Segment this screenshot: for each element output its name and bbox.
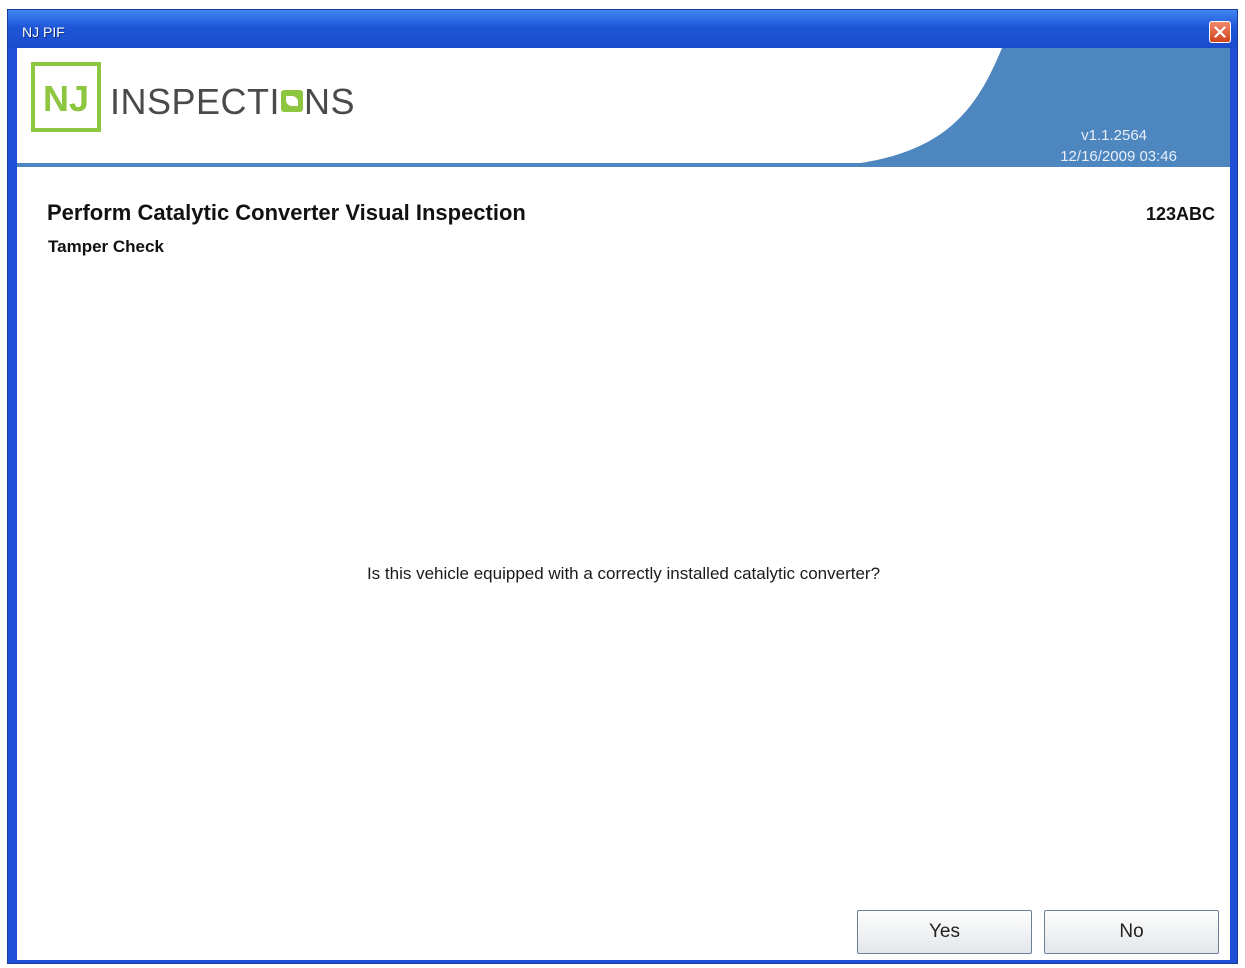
inspection-question: Is this vehicle equipped with a correctl… <box>366 564 881 583</box>
no-button[interactable]: No <box>1044 910 1219 954</box>
logo-nj-text: NJ <box>43 78 90 119</box>
close-button[interactable] <box>1209 21 1231 43</box>
plate-number: 123ABC <box>1145 204 1215 224</box>
title-bar[interactable]: NJ PIF <box>8 10 1237 48</box>
app-window: NJ PIF NJ INSPECTI NS v1.1.2564 12/16/200… <box>7 9 1238 964</box>
version-number: v1.1.2564 <box>1081 127 1147 144</box>
header-divider <box>17 163 1230 167</box>
app-header: NJ INSPECTI NS v1.1.2564 12/16/2009 03:46 <box>17 48 1230 167</box>
yes-button[interactable]: Yes <box>857 910 1032 954</box>
logo-word-part-2: NS <box>304 81 356 122</box>
close-icon <box>1214 26 1226 38</box>
logo-word-part-1: INSPECTI <box>110 81 281 122</box>
page-title: Perform Catalytic Converter Visual Inspe… <box>47 200 526 225</box>
logo-box: NJ <box>31 62 101 132</box>
logo-wordmark: INSPECTI NS <box>110 82 355 122</box>
client-area: NJ INSPECTI NS v1.1.2564 12/16/2009 03:46… <box>17 48 1230 960</box>
page-subtitle: Tamper Check <box>48 237 164 256</box>
leaf-o-icon <box>281 90 304 112</box>
window-title: NJ PIF <box>22 24 65 40</box>
version-info: v1.1.2564 12/16/2009 03:46 <box>1017 125 1177 167</box>
